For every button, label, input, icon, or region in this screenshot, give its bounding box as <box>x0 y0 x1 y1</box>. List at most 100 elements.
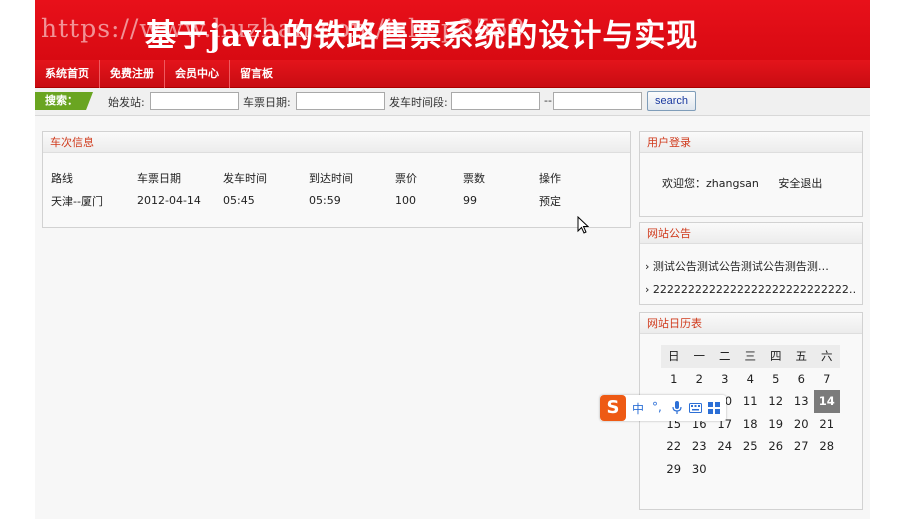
calendar-day: 4 <box>746 371 754 386</box>
calendar-day: 13 <box>793 394 809 409</box>
notice-panel-title: 网站公告 <box>640 223 862 244</box>
nav-register[interactable]: 免费注册 <box>100 60 165 88</box>
calendar-week: 22 23 24 25 26 27 28 <box>661 435 840 458</box>
search-bar: 搜索： 始发站: 车票日期: 发车时间段: -- search <box>35 88 870 116</box>
weekday-row: 日 一 二 三 四 五 六 <box>661 345 840 368</box>
nav-member-center[interactable]: 会员中心 <box>165 60 230 88</box>
search-button[interactable]: search <box>647 91 696 111</box>
calendar-day-today: 14 <box>814 390 840 413</box>
bullet-arrow-icon: › <box>645 283 650 296</box>
calendar-day <box>763 458 789 481</box>
cell-depart: 05:45 <box>223 194 255 207</box>
page: 基于java的铁路售票系统的设计与实现 https://www.huzhan.c… <box>35 0 870 519</box>
login-panel-title: 用户登录 <box>640 132 862 153</box>
nav-home[interactable]: 系统首页 <box>35 60 100 88</box>
notice-text: 测试公告测试公告测试公告测告测… <box>652 260 829 273</box>
calendar-day: 5 <box>772 371 780 386</box>
train-table: 路线 车票日期 发车时间 到达时间 票价 票数 操作 天津--厦门 2012-0… <box>51 166 599 212</box>
calendar-day: 26 <box>768 439 784 454</box>
calendar-day: 18 <box>742 416 758 431</box>
time-from-input[interactable] <box>451 92 540 110</box>
weekday: 五 <box>788 345 814 368</box>
col-date: 车票日期 <box>137 171 181 185</box>
weekday: 二 <box>712 345 738 368</box>
nav-guestbook[interactable]: 留言板 <box>230 60 283 88</box>
keyboard-icon[interactable] <box>689 403 702 413</box>
notice-panel: 网站公告 › 测试公告测试公告测试公告测告测… › 22222222222222… <box>639 222 863 305</box>
mouse-pointer-icon <box>577 216 589 234</box>
date-input[interactable] <box>296 92 385 110</box>
calendar-day: 7 <box>823 371 831 386</box>
table-row: 天津--厦门 2012-04-14 05:45 05:59 100 99 预定 <box>51 189 599 212</box>
ime-punctuation-toggle[interactable]: °, <box>652 400 662 414</box>
calendar-day: 19 <box>768 416 784 431</box>
col-tickets: 票数 <box>463 171 485 185</box>
calendar-day: 20 <box>793 416 809 431</box>
col-price: 票价 <box>395 171 417 185</box>
calendar-day: 1 <box>670 371 678 386</box>
cell-arrive: 05:59 <box>309 194 341 207</box>
calendar-day <box>712 458 738 481</box>
calendar-day: 28 <box>819 439 835 454</box>
cell-date: 2012-04-14 <box>137 194 201 207</box>
calendar-day: 12 <box>768 394 784 409</box>
cell-price: 100 <box>395 194 416 207</box>
book-link[interactable]: 预定 <box>539 189 599 212</box>
logout-link[interactable]: 安全退出 <box>778 177 822 190</box>
ime-mode-toggle[interactable]: 中 <box>632 400 644 417</box>
time-to-input[interactable] <box>553 92 642 110</box>
calendar-day: 22 <box>666 439 682 454</box>
weekday: 六 <box>814 345 840 368</box>
notice-item[interactable]: › 2222222222222222222222222222… <box>645 283 855 296</box>
login-panel: 用户登录 欢迎您：zhangsan 安全退出 <box>639 131 863 217</box>
calendar-day: 30 <box>691 461 707 476</box>
calendar-panel-title: 网站日历表 <box>640 313 862 334</box>
welcome-text: 欢迎您：zhangsan <box>662 177 759 190</box>
notice-text: 2222222222222222222222222222… <box>652 283 855 296</box>
weekday: 日 <box>661 345 687 368</box>
calendar-day: 24 <box>717 439 733 454</box>
ime-toolbar[interactable]: S 中 °, <box>600 395 726 421</box>
calendar-day: 23 <box>691 439 707 454</box>
calendar-day: 21 <box>819 416 835 431</box>
calendar-day: 25 <box>742 439 758 454</box>
calendar-day <box>814 458 840 481</box>
weekday: 四 <box>763 345 789 368</box>
origin-label: 始发站: <box>108 96 145 109</box>
weekday: 三 <box>737 345 763 368</box>
cell-route: 天津--厦门 <box>51 194 103 208</box>
watermark-url: https://www.huzhan.com/ishop3559 <box>41 14 526 43</box>
calendar-week: 29 30 <box>661 458 840 481</box>
sogou-logo-icon[interactable]: S <box>600 395 626 421</box>
bullet-arrow-icon: › <box>645 260 650 273</box>
login-status: 欢迎您：zhangsan 安全退出 <box>662 175 822 191</box>
train-info-panel: 车次信息 路线 车票日期 发车时间 到达时间 票价 票数 操作 天津--厦门 2… <box>42 131 631 228</box>
microphone-icon[interactable] <box>672 401 682 415</box>
search-tag: 搜索： <box>35 92 93 110</box>
col-action: 操作 <box>539 171 561 185</box>
train-panel-title: 车次信息 <box>43 132 630 153</box>
time-separator: -- <box>544 94 552 107</box>
calendar-day: 6 <box>797 371 805 386</box>
calendar-week: 1 2 3 4 5 6 7 <box>661 368 840 391</box>
weekday: 一 <box>686 345 712 368</box>
calendar-day: 3 <box>721 371 729 386</box>
calendar-day: 11 <box>742 394 758 409</box>
calendar-day: 27 <box>793 439 809 454</box>
calendar-day <box>789 458 815 481</box>
calendar-day: 2 <box>695 371 703 386</box>
main-nav: 系统首页 免费注册 会员中心 留言板 <box>35 60 870 88</box>
calendar-day: 29 <box>666 461 682 476</box>
site-banner: 基于java的铁路售票系统的设计与实现 https://www.huzhan.c… <box>35 0 870 60</box>
table-header-row: 路线 车票日期 发车时间 到达时间 票价 票数 操作 <box>51 166 599 189</box>
col-depart: 发车时间 <box>223 171 267 185</box>
calendar-day <box>738 458 764 481</box>
cell-tickets: 99 <box>463 194 477 207</box>
notice-item[interactable]: › 测试公告测试公告测试公告测告测… <box>645 258 855 274</box>
col-route: 路线 <box>51 171 73 185</box>
time-range-label: 发车时间段: <box>389 96 448 109</box>
toolbox-grid-icon[interactable] <box>708 402 720 414</box>
col-arrive: 到达时间 <box>309 171 353 185</box>
date-label: 车票日期: <box>243 96 291 109</box>
origin-input[interactable] <box>150 92 239 110</box>
